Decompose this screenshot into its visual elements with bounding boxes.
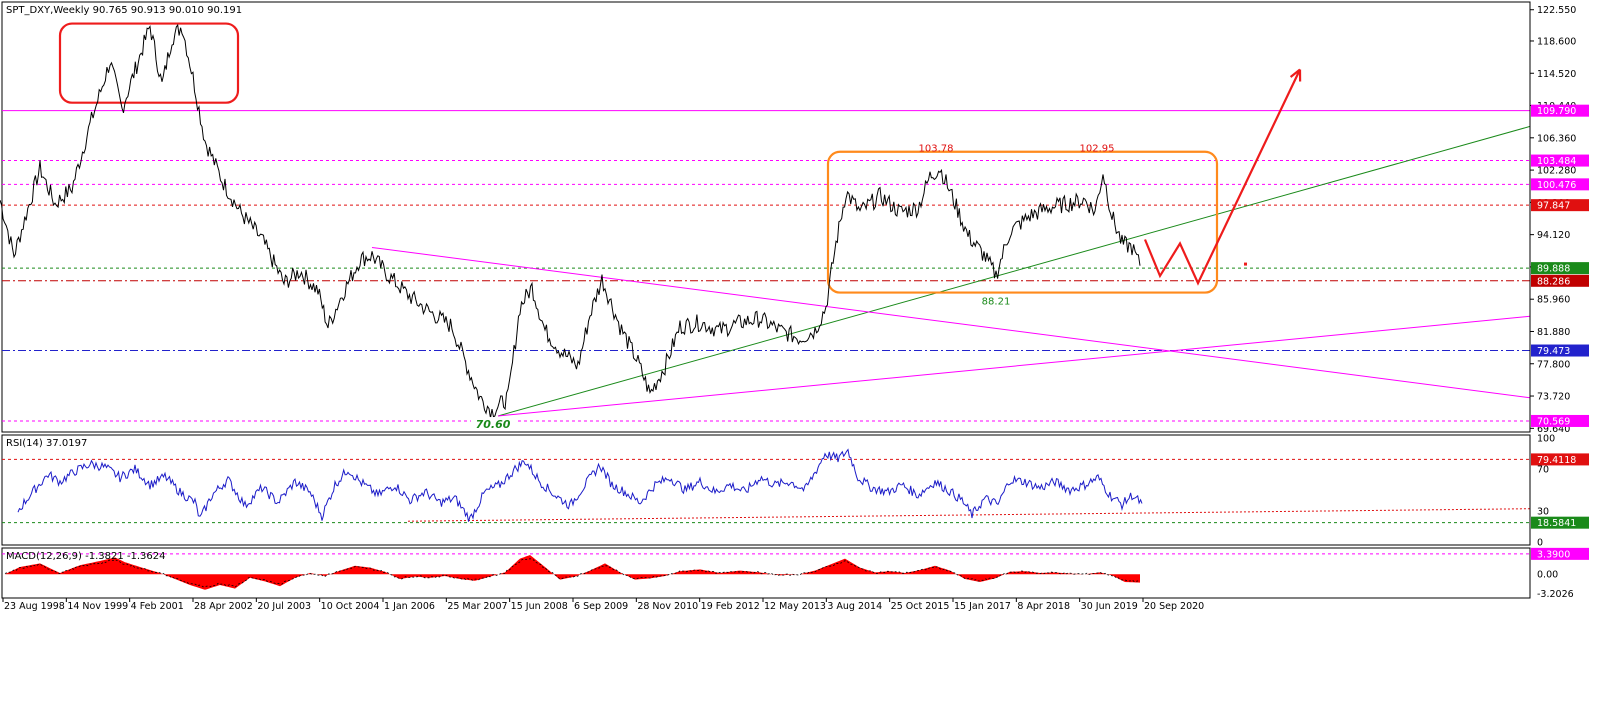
- time-tick-label: 23 Aug 1998: [4, 601, 65, 612]
- price-tick-label: 102.280: [1537, 166, 1576, 177]
- price-tick-label: 94.120: [1537, 230, 1570, 241]
- symbol-label: SPT_DXY,Weekly 90.765 90.913 90.010 90.1…: [6, 5, 242, 16]
- price-tick-label: 73.720: [1537, 392, 1570, 403]
- level-tag-label: 89.888: [1537, 264, 1570, 275]
- time-tick-label: 25 Oct 2015: [891, 601, 950, 612]
- price-annotation: 70.60: [476, 418, 511, 431]
- price-tick-label: 81.880: [1537, 327, 1570, 338]
- level-tag-label: 103.484: [1537, 156, 1576, 167]
- time-tick-label: 30 Jun 2019: [1081, 601, 1138, 612]
- time-tick-label: 15 Jan 2017: [954, 601, 1011, 612]
- price-tick-label: 114.520: [1537, 69, 1576, 80]
- price-tick-label: 122.550: [1537, 5, 1576, 16]
- rsi-tick-label: 0: [1537, 538, 1543, 549]
- level-tag-label: 97.847: [1537, 201, 1570, 212]
- rsi-level-tag-label: 18.5841: [1537, 518, 1576, 529]
- price-tick-label: 106.360: [1537, 133, 1576, 144]
- price-tick-label: 77.800: [1537, 359, 1570, 370]
- price-annotation: 103.78: [919, 144, 954, 155]
- price-annotation: 102.95: [1080, 144, 1115, 155]
- time-tick-label: 19 Feb 2012: [701, 601, 760, 612]
- marker-dot: [1244, 262, 1247, 266]
- level-tag-label: 70.569: [1537, 416, 1570, 427]
- macd-tick-label: 3.3900: [1537, 549, 1570, 560]
- time-tick-label: 25 Mar 2007: [447, 601, 507, 612]
- level-tag-label: 79.473: [1537, 346, 1570, 357]
- time-tick-label: 28 Apr 2002: [194, 601, 253, 612]
- time-tick-label: 6 Sep 2009: [574, 601, 628, 612]
- level-tag-label: 100.476: [1537, 180, 1576, 191]
- macd-tick-label: 0.00: [1537, 570, 1558, 581]
- rsi-label: RSI(14) 37.0197: [6, 438, 87, 449]
- time-axis: 23 Aug 1998 14 Nov 1999 4 Feb 2001 28 Apr 2…: [2, 598, 1204, 612]
- rsi-level-tag-label: 79.4118: [1537, 455, 1576, 466]
- time-tick-label: 14 Nov 1999: [67, 601, 128, 612]
- time-tick-label: 8 Apr 2018: [1017, 601, 1070, 612]
- time-tick-label: 15 Jun 2008: [511, 601, 568, 612]
- chart-canvas: 103.78 102.95 88.21 70.60 SPT_DXY,Weekly 90…: [0, 0, 1606, 715]
- level-tag-label: 88.286: [1537, 276, 1570, 287]
- rsi-tick-label: 30: [1537, 506, 1549, 517]
- macd-tick-label: -3.2026: [1537, 589, 1574, 600]
- price-tick-label: 85.960: [1537, 295, 1570, 306]
- time-tick-label: 20 Jul 2003: [257, 601, 311, 612]
- macd-label: MACD(12,26,9) -1.3821 -1.3624: [6, 551, 166, 562]
- time-tick-label: 1 Jan 2006: [384, 601, 435, 612]
- rsi-tick-label: 70: [1537, 465, 1549, 476]
- time-tick-label: 10 Oct 2004: [321, 601, 380, 612]
- price-annotation: 88.21: [982, 296, 1011, 307]
- level-tag-label: 109.790: [1537, 106, 1576, 117]
- time-tick-label: 28 Nov 2010: [637, 601, 698, 612]
- rsi-tick-label: 100: [1537, 434, 1555, 445]
- time-tick-label: 4 Feb 2001: [131, 601, 184, 612]
- time-tick-label: 12 May 2013: [764, 601, 826, 612]
- price-tick-label: 118.600: [1537, 36, 1576, 47]
- time-tick-label: 3 Aug 2014: [827, 601, 882, 612]
- time-tick-label: 20 Sep 2020: [1144, 601, 1204, 612]
